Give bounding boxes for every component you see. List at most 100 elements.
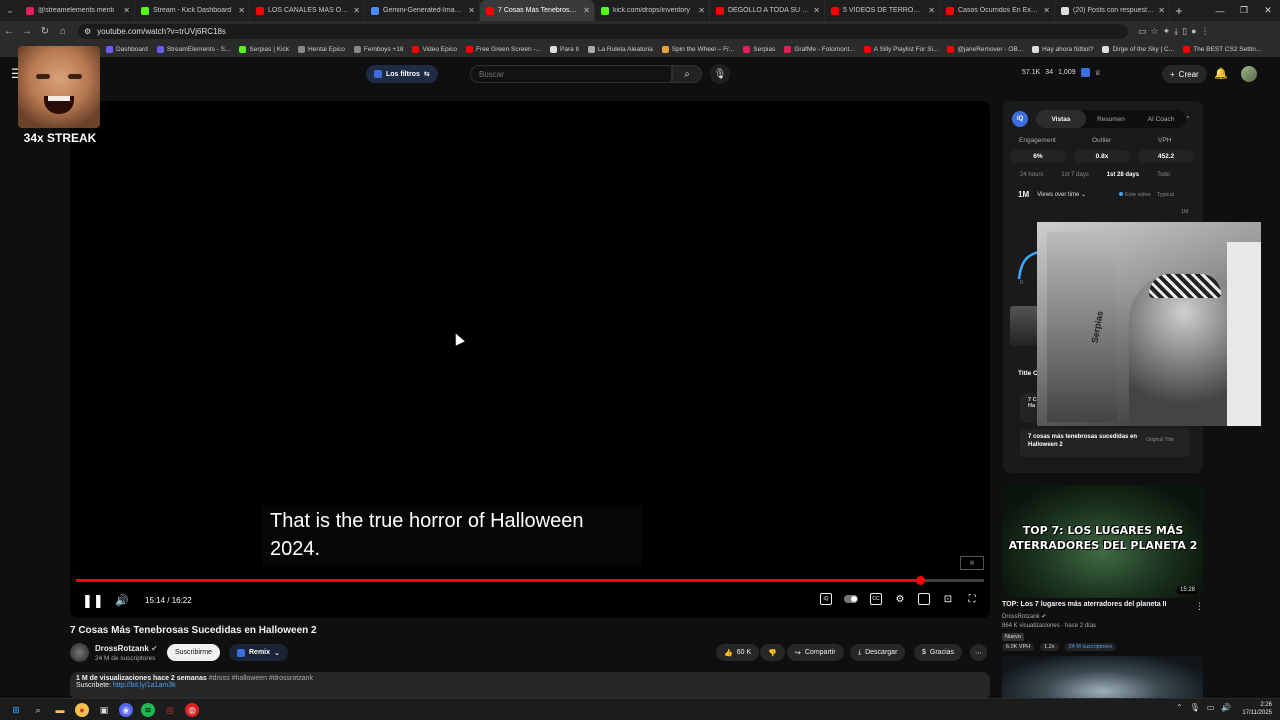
download-button[interactable]: ⤓ Descargar <box>850 644 906 661</box>
tab-close-icon[interactable]: ✕ <box>698 6 705 15</box>
progress-bar[interactable] <box>76 576 984 585</box>
trophy-icon[interactable]: ♕ <box>1095 69 1101 77</box>
tab-close-icon[interactable]: ✕ <box>123 6 130 15</box>
search-button[interactable]: ⌕ <box>672 65 702 83</box>
taskbar-clock[interactable]: 2:26 17/11/2025 <box>1236 701 1272 717</box>
download-icon[interactable]: ⤓ <box>1174 26 1178 37</box>
recommended-video-thumbnail-2[interactable] <box>1002 656 1203 700</box>
bookmark-item[interactable]: Femboys +18 <box>353 45 403 53</box>
voice-search-button[interactable]: 🎙 <box>710 64 730 84</box>
windows-start-icon[interactable]: ⊞ <box>9 703 23 717</box>
chrome-icon[interactable]: ● <box>75 703 89 717</box>
bookmark-item[interactable]: Dirge of the Sky | C... <box>1102 45 1174 53</box>
dislike-button[interactable]: 👎 <box>760 644 785 661</box>
browser-tab[interactable]: Gemini-Generated-Image-h ✕ <box>365 0 480 21</box>
sidebar-icon[interactable]: ▯ <box>1182 26 1187 37</box>
bookmark-item[interactable]: Hay ahora fútbol? <box>1032 45 1093 53</box>
recommended-channel[interactable]: DrossRotzank ✔ <box>1002 613 1046 620</box>
hashtags[interactable]: #dross #halloween #drossrotzank <box>209 675 313 682</box>
browser-tab[interactable]: kick.com/drops/inventory ✕ <box>595 0 710 21</box>
video-player[interactable]: That is the true horror of Halloween 202… <box>70 101 990 618</box>
tab-resumen[interactable]: Resumen <box>1086 110 1136 128</box>
bookmark-star-icon[interactable]: ☆ <box>1151 26 1159 37</box>
search-icon[interactable]: ⌕ <box>31 703 45 717</box>
steam-icon[interactable]: ◎ <box>163 703 177 717</box>
tab-close-icon[interactable]: ✕ <box>1158 6 1165 15</box>
pause-button[interactable]: ❚❚ <box>82 593 104 609</box>
browser-tab[interactable]: (20) Posts con respuestas de✕ <box>1055 0 1170 21</box>
close-window-button[interactable]: ✕ <box>1256 0 1280 21</box>
address-bar[interactable]: ⚙ youtube.com/watch?v=trUVj6RC18s <box>78 23 1128 39</box>
subtitles-icon[interactable]: CC <box>870 593 882 605</box>
subscribe-button[interactable]: Suscribirme <box>167 644 220 661</box>
cast-player-icon[interactable]: ⊡ <box>942 593 954 605</box>
settings-gear-icon[interactable]: ⚙ <box>894 593 906 605</box>
miniplayer-icon[interactable] <box>918 593 930 605</box>
more-actions-button[interactable]: ⋯ <box>970 644 987 661</box>
scrubber-handle[interactable] <box>916 576 926 585</box>
notifications-bell-icon[interactable]: 🔔 <box>1214 67 1228 80</box>
share-button[interactable]: ↪ Compartir <box>787 644 844 661</box>
account-avatar[interactable] <box>1241 66 1257 82</box>
bookmark-item[interactable]: Video Epico <box>412 45 457 53</box>
bookmark-item[interactable]: Para ti <box>550 45 579 53</box>
thanks-button[interactable]: $ Gracias <box>914 644 963 661</box>
cast-icon[interactable]: ▭ <box>1138 26 1147 37</box>
autoplay-toggle[interactable] <box>844 595 858 603</box>
discord-icon[interactable]: ◉ <box>119 703 133 717</box>
bookmark-item[interactable]: Hentai Epico <box>298 45 345 53</box>
tray-volume-icon[interactable]: 🔊 <box>1221 703 1231 712</box>
spotify-icon[interactable]: ≋ <box>141 703 155 717</box>
browser-tab[interactable]: @streamelements menti ✕ <box>20 0 135 21</box>
tab-close-icon[interactable]: ✕ <box>813 6 820 15</box>
tab-close-icon[interactable]: ✕ <box>238 6 245 15</box>
bookmark-item[interactable]: La Ruleta Aleatoria <box>587 45 653 53</box>
remix-button[interactable]: Remix ⌄ <box>229 644 288 661</box>
bookmark-item[interactable]: Serpias | Kick <box>239 45 289 53</box>
browser-tab[interactable]: DEGOLLÓ A TODA SU FAMILI ✕ <box>710 0 825 21</box>
maximize-button[interactable]: ❐ <box>1232 0 1256 21</box>
channel-name[interactable]: DrossRotzank ✔ <box>95 644 158 653</box>
browser-tab[interactable]: Stream - Kick Dashboard ✕ <box>135 0 250 21</box>
bookmark-item[interactable]: Serpias <box>743 45 775 53</box>
new-tab-button[interactable]: + <box>1170 4 1188 18</box>
recommended-video-thumbnail[interactable]: TOP 7: LOS LUGARES MÁS ATERRADORES DEL P… <box>1002 485 1203 598</box>
search-input[interactable]: Buscar <box>470 65 672 83</box>
tab-close-icon[interactable]: ✕ <box>468 6 475 15</box>
browser-tab[interactable]: Casos Ocurridos En Exploració✕ <box>940 0 1055 21</box>
period-28d[interactable]: 1st 28 days <box>1107 172 1139 178</box>
bookmark-item[interactable]: A Silly Playlist For Si... <box>863 45 938 53</box>
bookmark-item[interactable]: Free Green Screen -... <box>466 45 541 53</box>
site-info-icon[interactable]: ⚙ <box>84 27 91 36</box>
period-24h[interactable]: 24 hours <box>1020 172 1043 178</box>
bookmark-item[interactable]: StreamElements - S... <box>156 45 230 53</box>
bookmark-item[interactable]: GrafMe - Fotomont... <box>784 45 855 53</box>
create-button[interactable]: + Crear <box>1162 65 1207 83</box>
reload-button[interactable]: ↻ <box>36 26 54 37</box>
browser-menu-icon[interactable]: ⋮ <box>1201 26 1210 37</box>
tray-chevron-icon[interactable]: ⌃ <box>1176 703 1183 712</box>
views-over-time-select[interactable]: Views over time ⌄ <box>1037 191 1086 198</box>
extension-icon[interactable] <box>1080 68 1090 77</box>
bookmark-item[interactable]: Dashboard <box>106 45 148 53</box>
tab-close-icon[interactable]: ✕ <box>1043 6 1050 15</box>
bookmark-item[interactable]: @janeRemover - OB... <box>947 45 1023 53</box>
filters-button[interactable]: Los filtros ⇆ <box>366 65 438 83</box>
period-all[interactable]: Todo <box>1157 172 1170 178</box>
app-icon[interactable]: ▣ <box>97 703 111 717</box>
description-box[interactable]: 1 M de visualizaciones hace 2 semanas #d… <box>70 672 990 700</box>
extension-player-icon[interactable]: iQ <box>820 593 832 605</box>
home-button[interactable]: ⌂ <box>54 26 72 37</box>
tab-ai-coach[interactable]: AI Coach <box>1136 110 1186 128</box>
browser-tab[interactable]: 5 VIDEOS DE TERROR que N✕ <box>825 0 940 21</box>
volume-icon[interactable]: 🔊 <box>115 594 129 607</box>
tab-close-icon[interactable]: ✕ <box>353 6 360 15</box>
tab-close-icon[interactable]: ✕ <box>583 6 590 15</box>
bookmark-item[interactable]: Spin the Wheel – Fr... <box>661 45 734 53</box>
period-7d[interactable]: 1st 7 days <box>1061 172 1088 178</box>
collapse-chevron-icon[interactable]: ⌃ <box>1185 115 1191 123</box>
back-button[interactable]: ← <box>0 26 18 37</box>
extensions-icon[interactable]: ✦ <box>1163 26 1171 37</box>
forward-button[interactable]: → <box>18 26 36 37</box>
bookmark-item[interactable]: The BEST CS2 Settin... <box>1183 45 1261 53</box>
